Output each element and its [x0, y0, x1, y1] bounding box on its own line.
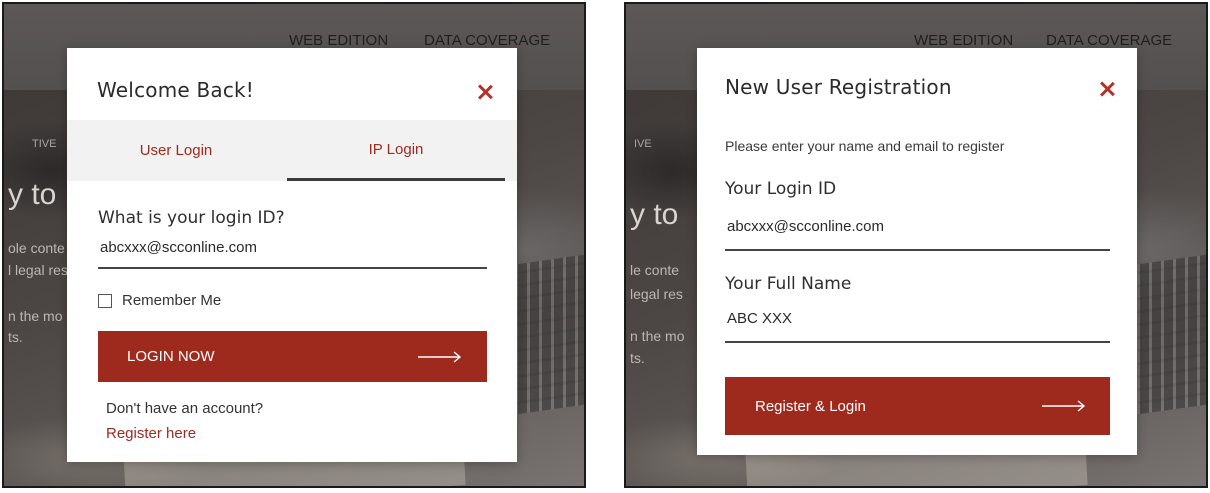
login-tab-bar: User Login IP Login	[67, 120, 517, 181]
login-id-input[interactable]	[725, 213, 1110, 251]
hero-headline-fragment: y to	[8, 178, 57, 211]
hero-tag-fragment: IVE	[634, 138, 652, 150]
tab-ip-login[interactable]: IP Login	[287, 120, 505, 181]
hero-text-fragment: ole conte	[8, 240, 65, 256]
nav-data-coverage[interactable]: DATA COVERAGE	[424, 32, 550, 49]
hero-text-fragment: n the mo	[8, 308, 63, 324]
register-login-label: Register & Login	[755, 397, 866, 415]
nav-data-coverage[interactable]: DATA COVERAGE	[1046, 32, 1172, 49]
hero-tag-fragment: TIVE	[32, 138, 57, 150]
registration-screenshot-panel: WEB EDITION DATA COVERAGE IVE y to le co…	[624, 2, 1208, 488]
login-modal: Welcome Back! User Login IP Login What i…	[67, 48, 517, 462]
nav-web-edition[interactable]: WEB EDITION	[289, 32, 388, 49]
login-screenshot-panel: WEB EDITION DATA COVERAGE TIVE y to ole …	[2, 2, 586, 488]
close-icon[interactable]	[473, 80, 497, 104]
login-now-label: LOGIN NOW	[127, 348, 215, 365]
hero-headline-fragment: y to	[630, 198, 679, 231]
login-id-input[interactable]	[98, 237, 487, 269]
hero-text-fragment: ts.	[8, 329, 23, 345]
full-name-input[interactable]	[725, 305, 1110, 343]
tab-user-login[interactable]: User Login	[67, 120, 285, 181]
arrow-right-icon	[1042, 400, 1086, 412]
remember-me-label: Remember Me	[122, 292, 222, 309]
hero-text-fragment: le conte	[630, 262, 680, 278]
login-now-button[interactable]: LOGIN NOW	[98, 331, 487, 382]
register-here-link[interactable]: Register here	[106, 425, 196, 442]
modal-title: Welcome Back!	[97, 78, 255, 102]
login-id-label: What is your login ID?	[98, 208, 285, 228]
register-login-button[interactable]: Register & Login	[725, 377, 1110, 435]
modal-title: New User Registration	[725, 75, 952, 99]
arrow-right-icon	[418, 351, 462, 363]
checkbox-icon[interactable]	[98, 293, 112, 308]
nav-web-edition[interactable]: WEB EDITION	[914, 32, 1013, 49]
hero-text-fragment: l legal res	[8, 262, 68, 278]
registration-instruction: Please enter your name and email to regi…	[725, 138, 1005, 154]
hero-text-fragment: legal res	[630, 286, 683, 302]
registration-modal: New User Registration Please enter your …	[697, 48, 1137, 455]
login-id-label: Your Login ID	[725, 179, 837, 199]
full-name-label: Your Full Name	[725, 274, 852, 294]
no-account-text: Don't have an account?	[106, 400, 264, 417]
hero-text-fragment: n the mo	[630, 328, 685, 344]
hero-text-fragment: ts.	[630, 350, 645, 366]
remember-me-checkbox[interactable]: Remember Me	[98, 292, 221, 309]
close-icon[interactable]	[1095, 77, 1119, 101]
